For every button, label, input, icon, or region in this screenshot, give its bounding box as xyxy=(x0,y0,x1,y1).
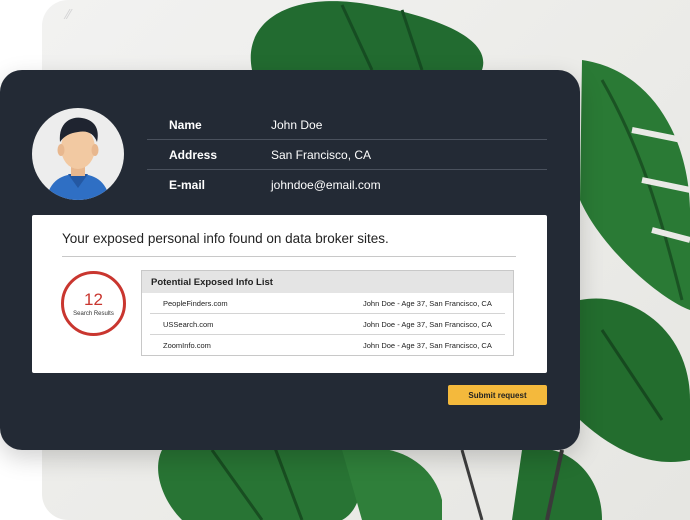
list-item-site: PeopleFinders.com xyxy=(163,298,228,308)
address-label: Address xyxy=(169,147,218,162)
list-item-detail: John Doe - Age 37, San Francisco, CA xyxy=(363,319,492,329)
email-value: johndoe@email.com xyxy=(271,178,381,192)
panel-title: Your exposed personal info found on data… xyxy=(62,231,516,257)
person-avatar-icon xyxy=(32,108,124,200)
profile-row-address: Address San Francisco, CA xyxy=(147,140,547,170)
profile-row-name: Name John Doe xyxy=(147,110,547,140)
email-label: E-mail xyxy=(169,178,206,192)
list-header: Potential Exposed Info List xyxy=(142,271,513,293)
search-results-count: 12 xyxy=(84,289,103,309)
search-results-label: Search Results xyxy=(73,310,114,317)
list-item-site: USSearch.com xyxy=(163,319,214,329)
profile-row-email: E-mail johndoe@email.com xyxy=(147,170,547,200)
list-item-detail: John Doe - Age 37, San Francisco, CA xyxy=(363,341,492,350)
list-item-detail: John Doe - Age 37, San Francisco, CA xyxy=(363,298,492,308)
list-item[interactable]: USSearch.com John Doe - Age 37, San Fran… xyxy=(150,314,505,335)
profile-card: Name John Doe Address San Francisco, CA … xyxy=(0,70,580,450)
list-item[interactable]: PeopleFinders.com John Doe - Age 37, San… xyxy=(150,293,505,314)
exposed-info-list: Potential Exposed Info List PeopleFinder… xyxy=(141,270,514,356)
list-item-site: ZoomInfo.com xyxy=(163,341,211,350)
search-results-counter: 12 Search Results xyxy=(61,271,126,336)
profile-info-table: Name John Doe Address San Francisco, CA … xyxy=(147,110,547,200)
name-value: John Doe xyxy=(271,117,323,132)
brand-watermark-icon: ⁄⁄ xyxy=(66,8,71,23)
exposure-panel: Your exposed personal info found on data… xyxy=(32,215,547,373)
name-label: Name xyxy=(169,117,202,132)
list-item[interactable]: ZoomInfo.com John Doe - Age 37, San Fran… xyxy=(150,335,505,356)
submit-request-button[interactable]: Submit request xyxy=(448,385,547,405)
address-value: San Francisco, CA xyxy=(271,147,372,162)
